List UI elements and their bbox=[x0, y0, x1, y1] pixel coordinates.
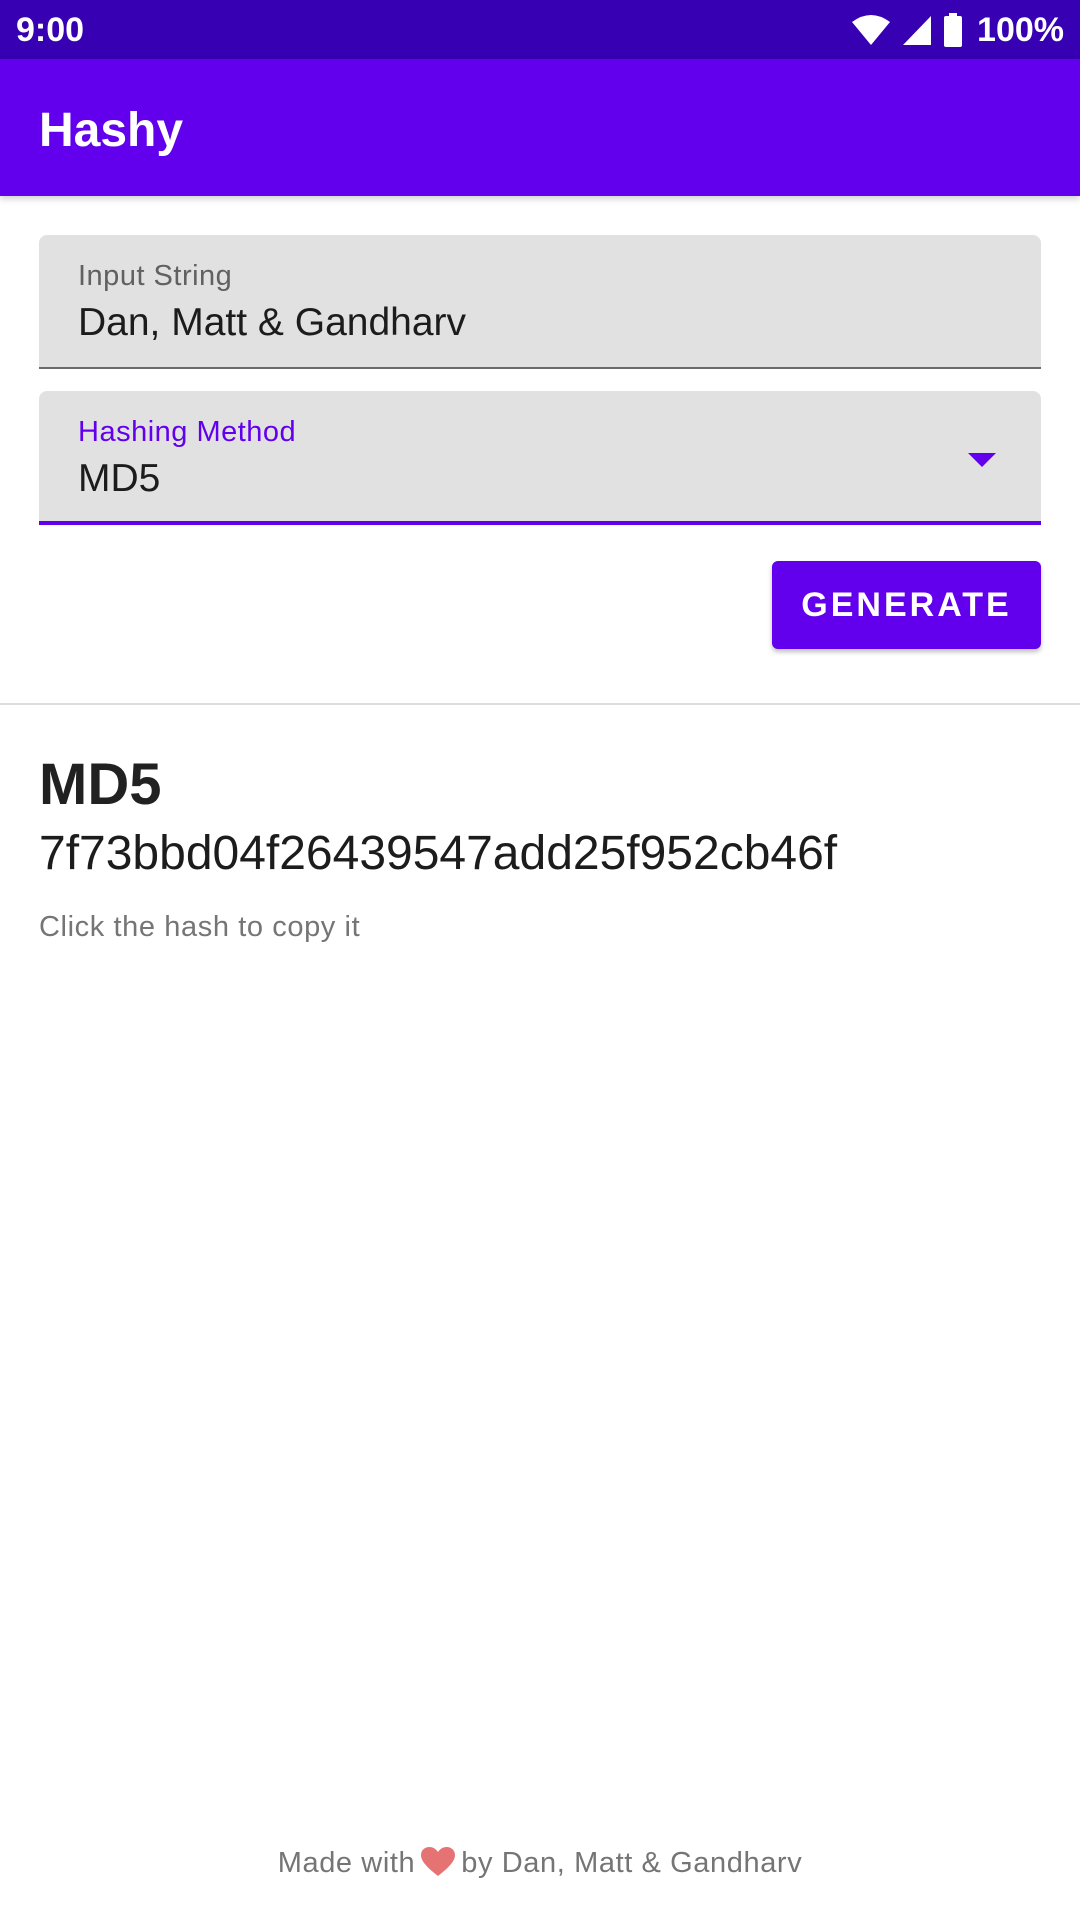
footer-prefix: Made with bbox=[277, 1847, 416, 1879]
signal-icon bbox=[903, 16, 932, 45]
divider bbox=[0, 703, 1080, 705]
heart-icon bbox=[421, 1847, 456, 1876]
status-time: 9:00 bbox=[16, 11, 85, 49]
result-method-title: MD5 bbox=[39, 752, 162, 817]
battery-percentage: 100% bbox=[977, 11, 1064, 49]
hashing-method-dropdown[interactable]: Hashing Method MD5 bbox=[39, 391, 1041, 525]
hashing-method-value[interactable]: MD5 bbox=[78, 455, 160, 503]
copy-hint: Click the hash to copy it bbox=[39, 911, 361, 943]
hashing-method-label: Hashing Method bbox=[78, 416, 297, 448]
input-string-field[interactable]: Input String Dan, Matt & Gandharv bbox=[39, 235, 1041, 369]
input-string-value[interactable]: Dan, Matt & Gandharv bbox=[78, 299, 466, 347]
app-title: Hashy bbox=[39, 104, 184, 157]
footer: Made with by Dan, Matt & Gandharv bbox=[0, 1843, 1080, 1883]
result-hash[interactable]: 7f73bbd04f26439547add25f952cb46f bbox=[39, 825, 837, 883]
dropdown-arrow-icon[interactable] bbox=[968, 453, 996, 467]
footer-suffix: by Dan, Matt & Gandharv bbox=[461, 1847, 803, 1879]
app-bar: Hashy bbox=[0, 59, 1080, 196]
wifi-icon bbox=[852, 15, 891, 45]
status-icons: 100% bbox=[851, 8, 1064, 52]
input-string-label: Input String bbox=[78, 260, 233, 292]
status-bar: 9:00 100% bbox=[0, 0, 1080, 59]
generate-button[interactable]: GENERATE bbox=[772, 561, 1041, 649]
battery-icon bbox=[944, 13, 963, 47]
